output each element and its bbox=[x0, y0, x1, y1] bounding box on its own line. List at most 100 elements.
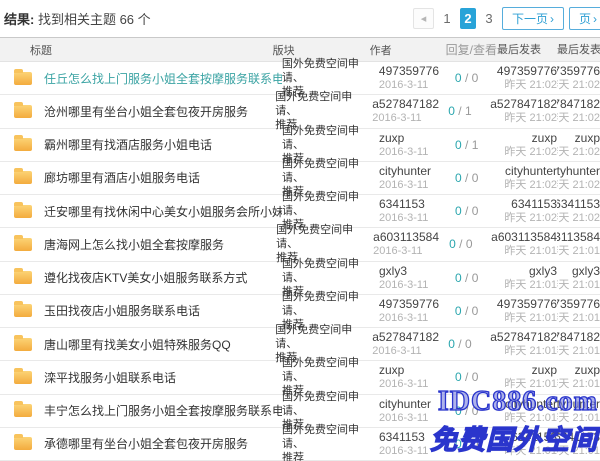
page-number-3[interactable]: 3 bbox=[481, 8, 497, 29]
forum-link[interactable]: 国外免费空间申请、 bbox=[275, 90, 372, 118]
next-page-button[interactable]: 下一页 › bbox=[502, 7, 564, 30]
forum-link[interactable]: 国外免费空间申请、 bbox=[282, 423, 379, 451]
post-date: 2016-3-11 bbox=[379, 444, 455, 458]
forum-link[interactable]: 国外免费空间申请、 bbox=[282, 390, 379, 418]
forum-link[interactable]: 国外免费空间申请、 bbox=[282, 257, 379, 285]
last-poster-link[interactable]: a603113584 bbox=[491, 230, 557, 244]
last-poster-link[interactable]: 6341153 bbox=[511, 430, 557, 444]
clipped-lastpost-column: 6341153 昨天 21:02 bbox=[557, 197, 600, 225]
topic-folder-icon bbox=[14, 404, 32, 417]
post-date: 2016-3-11 bbox=[379, 78, 455, 92]
last-post-time: 昨天 21:01 bbox=[504, 411, 557, 425]
topic-title-link[interactable]: 承德哪里有坐台小姐全套包夜开房服务 bbox=[44, 435, 248, 452]
forum-link[interactable]: 国外免费空间申请、 bbox=[276, 223, 373, 251]
last-poster-link[interactable]: cityhunter bbox=[505, 397, 557, 411]
post-date: 2016-3-11 bbox=[379, 377, 455, 391]
topic-folder-icon bbox=[14, 72, 32, 85]
author-link[interactable]: 6341153 bbox=[379, 430, 455, 444]
author-link[interactable]: a527847182 bbox=[372, 330, 448, 344]
view-count: 0 bbox=[472, 204, 479, 218]
forum-link[interactable]: 国外免费空间申请、 bbox=[282, 157, 379, 185]
post-date: 2016-3-11 bbox=[379, 178, 455, 192]
view-count: 0 bbox=[472, 171, 479, 185]
last-poster-link[interactable]: zuxp bbox=[532, 131, 557, 145]
author-link[interactable]: a527847182 bbox=[372, 97, 448, 111]
topic-title-link[interactable]: 丰宁怎么找上门服务小姐全套按摩服务联系电话 bbox=[44, 402, 282, 419]
clipped-lastpost-column: zuxp 昨天 21:01 bbox=[557, 363, 600, 391]
results-topbar: 结果: 找到相关主题 66 个 ◂ 123 下一页 › 页 › bbox=[0, 0, 600, 37]
col-header-forum: 版块 bbox=[273, 42, 370, 58]
page-number-1[interactable]: 1 bbox=[439, 8, 455, 29]
topic-title-link[interactable]: 廊坊哪里有酒店小姐服务电话 bbox=[44, 169, 200, 186]
view-count: 0 bbox=[472, 304, 479, 318]
author-link[interactable]: 497359776 bbox=[379, 64, 455, 78]
topic-title-link[interactable]: 霸州哪里有找酒店服务小姐电话 bbox=[44, 136, 212, 153]
replies-views: 0 / 0 bbox=[455, 271, 497, 285]
post-date: 2016-3-11 bbox=[373, 244, 449, 258]
forum-link[interactable]: 国外免费空间申请、 bbox=[282, 190, 379, 218]
topic-title-link[interactable]: 任丘怎么找上门服务小姐全套按摩服务联系电话 bbox=[44, 70, 282, 87]
topic-folder-icon bbox=[14, 171, 32, 184]
author-link[interactable]: 6341153 bbox=[379, 197, 455, 211]
reply-count: 0 bbox=[455, 271, 462, 285]
topic-title-link[interactable]: 迁安哪里有找休闲中心美女小姐服务会所小妹联系方式 bbox=[44, 203, 282, 220]
replies-views: 0 / 0 bbox=[455, 437, 497, 451]
author-link[interactable]: gxly3 bbox=[379, 264, 455, 278]
col-header-lastpost-clipped: 最后发表 bbox=[557, 43, 600, 57]
topic-title-link[interactable]: 唐山哪里有找美女小姐特殊服务QQ bbox=[44, 336, 231, 353]
reply-count: 0 bbox=[455, 171, 462, 185]
author-link[interactable]: zuxp bbox=[379, 363, 455, 377]
last-poster-link[interactable]: 497359776 bbox=[497, 64, 557, 78]
prev-page-button[interactable]: ◂ bbox=[413, 8, 434, 29]
reply-count: 0 bbox=[455, 71, 462, 85]
topic-folder-icon bbox=[14, 437, 32, 450]
forum-link-line2[interactable]: 推荐 bbox=[282, 451, 379, 461]
reply-count: 0 bbox=[449, 237, 456, 251]
topic-title-link[interactable]: 沧州哪里有坐台小姐全套包夜开房服务 bbox=[44, 103, 248, 120]
clipped-lastpost-column: cityhunter 昨天 21:01 bbox=[557, 397, 600, 425]
forum-link[interactable]: 国外免费空间申请、 bbox=[282, 57, 379, 85]
replies-views: 0 / 0 bbox=[455, 71, 497, 85]
col-header-title: 标题 bbox=[0, 42, 273, 58]
author-link[interactable]: 497359776 bbox=[379, 297, 455, 311]
last-page-button-clipped[interactable]: 页 › bbox=[569, 7, 600, 30]
replies-views: 0 / 0 bbox=[455, 370, 497, 384]
reply-count: 0 bbox=[455, 138, 462, 152]
page-number-2[interactable]: 2 bbox=[460, 8, 476, 29]
topic-title-link[interactable]: 滦平找服务小姐联系电话 bbox=[44, 369, 176, 386]
forum-link[interactable]: 国外免费空间申请、 bbox=[282, 290, 379, 318]
last-poster-link[interactable]: cityhunter bbox=[505, 164, 557, 178]
last-poster-link[interactable]: gxly3 bbox=[529, 264, 557, 278]
author-link[interactable]: cityhunter bbox=[379, 164, 455, 178]
reply-count: 0 bbox=[448, 337, 455, 351]
replies-views: 0 / 0 bbox=[455, 204, 497, 218]
reply-count: 0 bbox=[448, 104, 455, 118]
result-label: 结果: bbox=[4, 12, 34, 27]
topic-title-link[interactable]: 玉田找夜店小姐服务联系电话 bbox=[44, 302, 200, 319]
view-count: 0 bbox=[472, 404, 479, 418]
replies-views: 0 / 0 bbox=[449, 237, 491, 251]
topic-title-link[interactable]: 遵化找夜店KTV美女小姐服务联系方式 bbox=[44, 269, 247, 286]
clipped-lastpost-column: 6341153 昨天 21:01 bbox=[557, 430, 600, 458]
forum-link[interactable]: 国外免费空间申请、 bbox=[282, 356, 379, 384]
view-count: 1 bbox=[472, 138, 479, 152]
col-header-replies: 回复/查看 bbox=[446, 41, 497, 58]
clipped-lastpost-column: zuxp 昨天 21:02 bbox=[557, 131, 600, 159]
last-post-time: 昨天 21:02 bbox=[504, 211, 557, 225]
col-header-author: 作者 bbox=[370, 42, 446, 58]
forum-link[interactable]: 国外免费空间申请、 bbox=[275, 323, 372, 351]
last-poster-link[interactable]: zuxp bbox=[532, 363, 557, 377]
forum-link[interactable]: 国外免费空间申请、 bbox=[282, 124, 379, 152]
topic-title-link[interactable]: 唐海网上怎么找小姐全套按摩服务 bbox=[44, 236, 224, 253]
last-poster-link[interactable]: a527847182 bbox=[490, 97, 557, 111]
last-poster-link[interactable]: 6341153 bbox=[511, 197, 557, 211]
last-poster-link[interactable]: a527847182 bbox=[490, 330, 557, 344]
last-post-time: 昨天 21:02 bbox=[504, 78, 557, 92]
author-link[interactable]: a603113584 bbox=[373, 230, 449, 244]
post-date: 2016-3-11 bbox=[379, 311, 455, 325]
last-poster-link[interactable]: 497359776 bbox=[497, 297, 557, 311]
view-count: 0 bbox=[472, 437, 479, 451]
author-link[interactable]: zuxp bbox=[379, 131, 455, 145]
clipped-lastpost-column: gxly3 昨天 21:01 bbox=[557, 264, 600, 292]
author-link[interactable]: cityhunter bbox=[379, 397, 455, 411]
